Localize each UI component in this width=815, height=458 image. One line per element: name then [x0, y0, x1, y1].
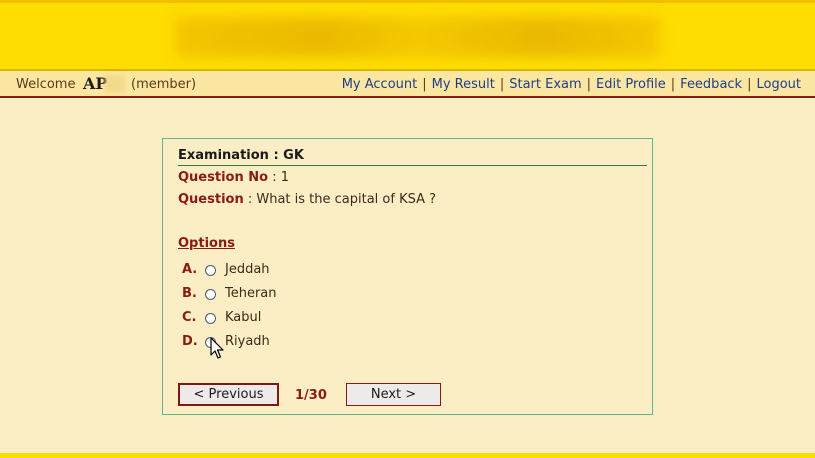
nav-separator: |	[586, 77, 592, 92]
option-letter: C.	[182, 310, 197, 325]
question-row: Question : What is the capital of KSA ?	[178, 192, 436, 207]
header-banner	[0, 0, 815, 69]
nav-link-my-result[interactable]: My Result	[432, 77, 495, 92]
exam-question-panel: Examination : GK Question No : 1 Questio…	[162, 138, 653, 415]
nav-link-logout[interactable]: Logout	[756, 77, 801, 92]
option-c-radio[interactable]	[205, 313, 216, 324]
footer-line	[0, 453, 815, 458]
option-a-label[interactable]: Jeddah	[225, 262, 270, 277]
option-a-radio[interactable]	[205, 265, 216, 276]
question-number-row: Question No : 1	[178, 170, 289, 185]
next-button[interactable]: Next >	[346, 383, 441, 406]
nav-separator: |	[422, 77, 427, 92]
top-nav-bar: Welcome AP (member) My Account | My Result…	[0, 69, 815, 98]
option-c-label[interactable]: Kabul	[225, 310, 261, 325]
site-title-blurred	[175, 17, 660, 57]
option-letter: B.	[182, 286, 197, 301]
option-b-radio[interactable]	[205, 289, 216, 300]
question-number-label: Question No	[178, 170, 269, 185]
username-blurred	[105, 75, 125, 92]
options-heading: Options	[178, 236, 235, 251]
option-d-radio[interactable]	[205, 337, 216, 348]
option-letter: D.	[182, 334, 198, 349]
nav-link-start-exam[interactable]: Start Exam	[509, 77, 581, 92]
user-logo: AP	[83, 74, 108, 93]
option-letter: A.	[182, 262, 198, 277]
option-d-label[interactable]: Riyadh	[225, 334, 270, 349]
nav-separator: |	[499, 77, 505, 92]
nav-link-edit-profile[interactable]: Edit Profile	[596, 77, 666, 92]
exam-title: Examination : GK	[178, 148, 647, 166]
option-b-label[interactable]: Teheran	[225, 286, 277, 301]
question-text: : What is the capital of KSA ?	[247, 192, 437, 207]
nav-link-feedback[interactable]: Feedback	[680, 77, 742, 92]
nav-links: My Account | My Result | Start Exam | Edit Pro…	[342, 77, 801, 92]
question-number-value: : 1	[272, 170, 289, 185]
question-label: Question	[178, 192, 244, 207]
welcome-text: Welcome	[16, 77, 76, 92]
nav-link-my-account[interactable]: My Account	[342, 77, 418, 92]
nav-separator: |	[747, 77, 752, 92]
member-role: (member)	[131, 77, 197, 92]
previous-button[interactable]: < Previous	[178, 383, 279, 406]
page-indicator: 1/30	[295, 388, 327, 403]
nav-separator: |	[670, 77, 676, 92]
